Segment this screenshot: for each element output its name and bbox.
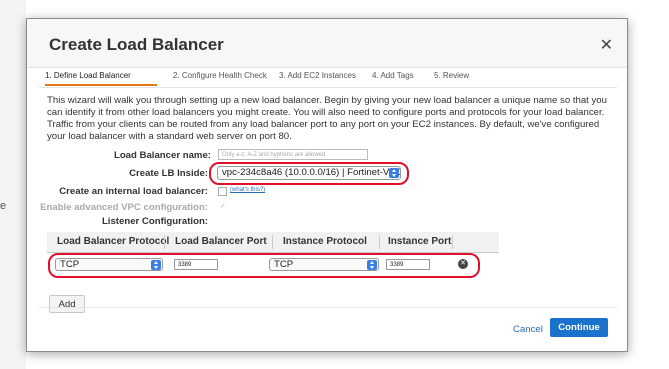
column-divider: [164, 235, 165, 249]
instance-protocol-value: TCP: [274, 259, 294, 270]
create-load-balancer-dialog: Create Load Balancer ✕ 1. Define Load Ba…: [26, 18, 628, 352]
listener-config-label: Listener Configuration:: [101, 216, 208, 227]
column-divider: [452, 235, 453, 249]
internal-lb-label: Create an internal load balancer:: [59, 186, 208, 197]
advanced-vpc-label: Enable advanced VPC configuration:: [40, 202, 208, 213]
dialog-header: Create Load Balancer ✕: [27, 19, 627, 68]
active-tab-indicator: [45, 84, 157, 86]
instance-protocol-select[interactable]: TCP: [269, 258, 379, 271]
col-instance-protocol: Instance Protocol: [283, 236, 367, 247]
vpc-select[interactable]: vpc-234c8a46 (10.0.0.0/16) | Fortinet-VP…: [217, 166, 401, 180]
continue-button[interactable]: Continue: [550, 318, 608, 337]
whats-this-link[interactable]: (what's this?): [230, 187, 265, 193]
background-panel: e: [0, 0, 26, 369]
tab-configure-health-check[interactable]: 2. Configure Health Check: [173, 71, 267, 80]
col-instance-port: Instance Port: [388, 236, 452, 247]
column-divider: [379, 235, 380, 249]
listener-table-header: Load Balancer Protocol Load Balancer Por…: [47, 232, 499, 253]
vpc-select-value: vpc-234c8a46 (10.0.0.0/16) | Fortinet-VP…: [222, 167, 401, 178]
tab-add-tags[interactable]: 4. Add Tags: [372, 71, 414, 80]
column-divider: [272, 235, 273, 249]
col-lb-protocol: Load Balancer Protocol: [57, 236, 170, 247]
select-stepper-icon: [151, 260, 161, 270]
cancel-button[interactable]: Cancel: [513, 324, 543, 335]
select-stepper-icon: [367, 260, 377, 270]
listener-row: TCP 3389 TCP 3389 ✕: [47, 253, 499, 278]
internal-lb-checkbox[interactable]: [218, 187, 227, 196]
tab-review[interactable]: 5. Review: [434, 71, 469, 80]
add-listener-button[interactable]: Add: [49, 295, 85, 313]
tabs-divider: [39, 87, 617, 88]
close-icon[interactable]: ✕: [600, 35, 613, 55]
select-stepper-icon: [389, 168, 399, 178]
footer-divider: [39, 307, 617, 308]
dialog-title: Create Load Balancer: [49, 35, 224, 54]
remove-listener-icon[interactable]: ✕: [458, 259, 468, 269]
background-text-fragment: e: [0, 200, 7, 212]
lb-protocol-select[interactable]: TCP: [55, 258, 163, 271]
lb-port-input[interactable]: 3389: [174, 259, 218, 270]
wizard-steps: 1. Define Load Balancer 2. Configure Hea…: [41, 71, 601, 86]
tab-define-load-balancer[interactable]: 1. Define Load Balancer: [45, 71, 131, 80]
advanced-vpc-checkbox[interactable]: ✓: [220, 202, 226, 210]
lb-name-input[interactable]: Only a-z, A-Z and hyphens are allowed: [218, 149, 368, 160]
lb-protocol-value: TCP: [60, 259, 80, 270]
wizard-intro-text: This wizard will walk you through settin…: [47, 95, 607, 142]
tab-add-ec2-instances[interactable]: 3. Add EC2 Instances: [279, 71, 356, 80]
col-lb-port: Load Balancer Port: [175, 236, 267, 247]
lb-name-label: Load Balancer name:: [113, 150, 211, 161]
lb-inside-label: Create LB Inside:: [129, 168, 208, 179]
instance-port-input[interactable]: 3389: [386, 259, 430, 270]
